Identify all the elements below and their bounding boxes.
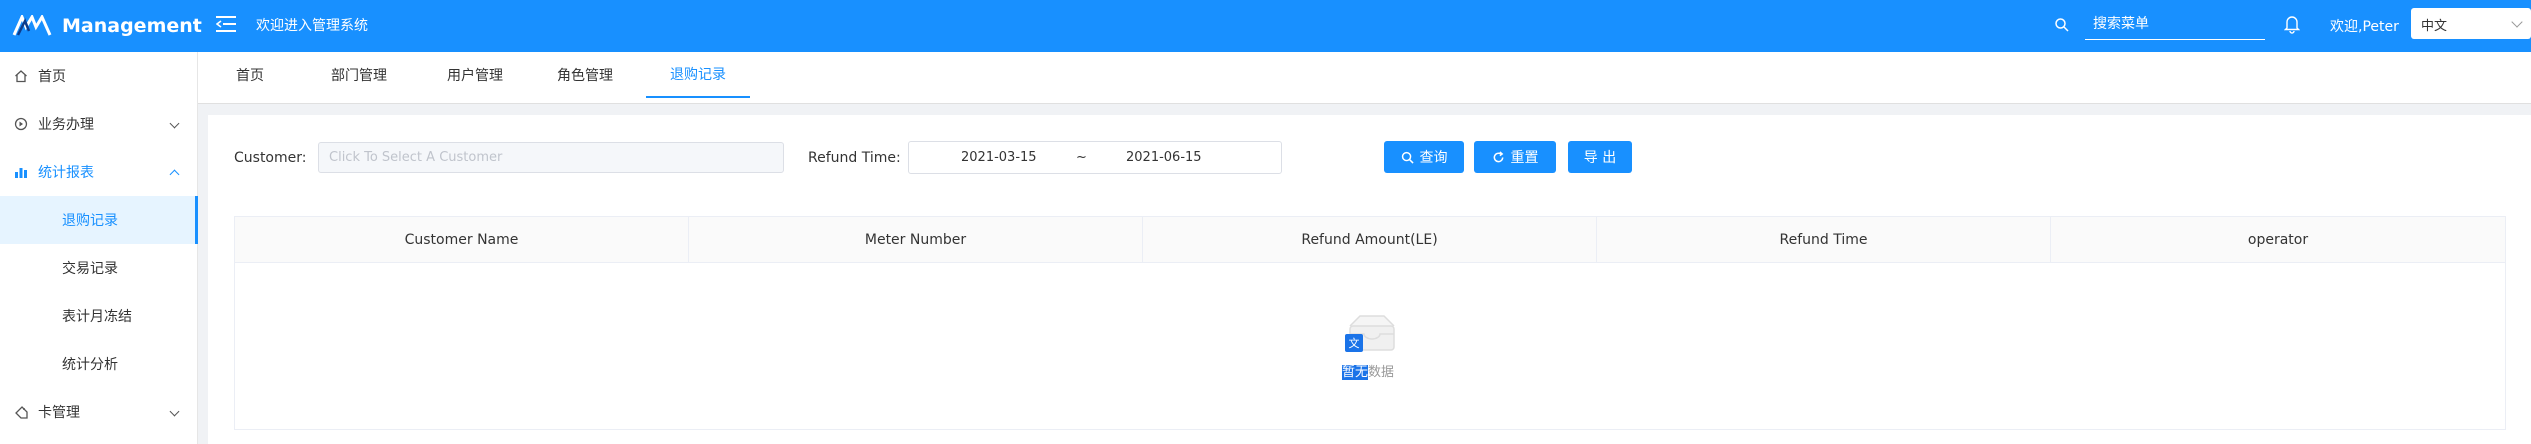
- chevron-down-icon: [2511, 16, 2523, 28]
- customer-label: Customer:: [234, 150, 307, 166]
- tab-label: 部门管理: [331, 68, 387, 84]
- app-title: Management: [62, 15, 202, 37]
- sidebar-item-label: 统计分析: [62, 357, 118, 373]
- search-icon[interactable]: [2054, 17, 2070, 33]
- sidebar-item-card[interactable]: 卡管理: [0, 388, 198, 436]
- sidebar-item-label: 首页: [38, 69, 66, 85]
- tab-department[interactable]: 部门管理: [314, 52, 404, 98]
- sidebar-item-label: 卡管理: [38, 405, 80, 421]
- chevron-down-icon: [169, 118, 180, 129]
- column-header-refund-amount[interactable]: Refund Amount(LE): [1143, 217, 1597, 263]
- tab-label: 角色管理: [557, 68, 613, 84]
- query-label: 查询: [1419, 150, 1448, 166]
- tab-label: 退购记录: [670, 67, 726, 83]
- column-header-label: operator: [2247, 232, 2309, 248]
- user-greeting[interactable]: 欢迎,Peter: [2330, 16, 2399, 36]
- svg-text:文: 文: [1349, 336, 1360, 350]
- bar-chart-icon: [15, 168, 27, 178]
- refund-time-label-text: Refund Time: [808, 150, 896, 166]
- language-select[interactable]: 中文: [2411, 8, 2531, 39]
- sidebar-subitem-transaction-records[interactable]: 交易记录: [0, 244, 198, 292]
- home-icon: [15, 70, 27, 83]
- sidebar-item-label: 业务办理: [38, 117, 94, 133]
- column-header-refund-time[interactable]: Refund Time: [1597, 217, 2051, 263]
- customer-select-input[interactable]: Click To Select A Customer: [318, 142, 784, 173]
- export-label: 导 出: [1583, 150, 1617, 166]
- empty-text: 暂无数据: [1342, 361, 1394, 380]
- empty-text-selected: 暂无: [1342, 365, 1369, 380]
- sidebar-item-label: 表计月冻结: [62, 309, 132, 325]
- menu-collapse-icon[interactable]: [216, 14, 238, 34]
- chevron-down-icon: [169, 406, 180, 417]
- query-button[interactable]: 查询: [1384, 141, 1464, 173]
- sidebar: 首页 业务办理 统计报表 退购记录 交易记录 表计月冻结 统计分析 卡管理: [0, 52, 198, 444]
- reset-button[interactable]: 重置: [1474, 141, 1556, 173]
- tab-label: 用户管理: [447, 68, 503, 84]
- search-icon: [1401, 151, 1414, 164]
- sidebar-subitem-meter-monthly-freeze[interactable]: 表计月冻结: [0, 292, 198, 340]
- customer-placeholder: Click To Select A Customer: [329, 150, 503, 165]
- table-header: Customer Name Meter Number Refund Amount…: [235, 217, 2505, 263]
- tab-refund-records[interactable]: 退购记录: [646, 52, 750, 98]
- column-header-meter-number[interactable]: Meter Number: [689, 217, 1143, 263]
- logo-mark-icon: [12, 15, 52, 36]
- tab-label: 首页: [236, 68, 264, 84]
- menu-search-input[interactable]: [2085, 9, 2265, 40]
- column-header-label: Refund Time: [1779, 232, 1868, 248]
- bell-icon[interactable]: [2284, 14, 2300, 34]
- tag-icon: [15, 406, 28, 419]
- customer-label-text: Customer: [234, 150, 302, 166]
- sidebar-item-business[interactable]: 业务办理: [0, 100, 198, 148]
- sidebar-subitem-statistical-analysis[interactable]: 统计分析: [0, 340, 198, 388]
- empty-box-icon: 文: [1345, 315, 1395, 352]
- empty-text-rest: 数据: [1368, 365, 1395, 380]
- column-header-label: Refund Amount(LE): [1301, 232, 1438, 248]
- tab-home[interactable]: 首页: [220, 52, 280, 98]
- chevron-up-icon: [169, 169, 180, 180]
- column-header-customer-name[interactable]: Customer Name: [235, 217, 689, 263]
- date-end[interactable]: 2021-06-15: [1126, 150, 1202, 165]
- reset-label: 重置: [1510, 150, 1539, 166]
- app-logo[interactable]: Management: [12, 8, 202, 44]
- sidebar-item-label: 交易记录: [62, 261, 118, 277]
- top-header: Management 欢迎进入管理系统 欢迎,Peter 中文: [0, 0, 2531, 52]
- date-start[interactable]: 2021-03-15: [961, 150, 1037, 165]
- sidebar-subitem-refund-records[interactable]: 退购记录: [0, 196, 198, 244]
- sidebar-item-stats[interactable]: 统计报表: [0, 148, 198, 196]
- welcome-text: 欢迎进入管理系统: [256, 18, 368, 34]
- export-button[interactable]: 导 出: [1568, 141, 1632, 173]
- column-header-label: Meter Number: [864, 232, 967, 248]
- refresh-icon: [1493, 150, 1503, 162]
- refund-date-range[interactable]: 2021-03-15 ~ 2021-06-15: [908, 141, 1282, 174]
- column-header-operator[interactable]: operator: [2051, 217, 2505, 263]
- circle-play-icon: [14, 117, 28, 131]
- refund-time-label: Refund Time:: [808, 150, 901, 166]
- page-tabs: 首页 部门管理 用户管理 角色管理 退购记录: [198, 52, 2531, 104]
- sidebar-item-label: 统计报表: [38, 165, 94, 181]
- sidebar-item-home[interactable]: 首页: [0, 52, 198, 100]
- language-value: 中文: [2421, 19, 2448, 34]
- tab-roles[interactable]: 角色管理: [540, 52, 630, 98]
- sidebar-item-label: 退购记录: [62, 213, 118, 229]
- column-header-label: Customer Name: [404, 232, 519, 248]
- tab-users[interactable]: 用户管理: [430, 52, 520, 98]
- date-separator: ~: [1076, 150, 1087, 165]
